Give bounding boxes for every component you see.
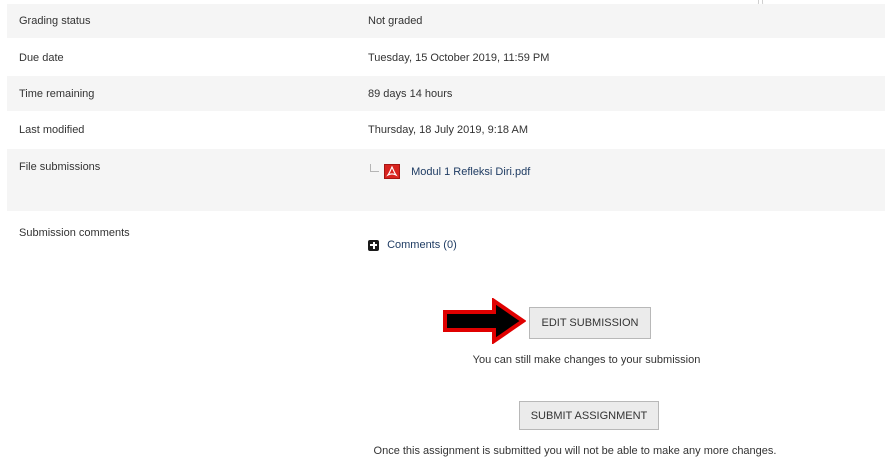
submission-status-table: Grading status Not graded Due date Tuesd… [7,4,885,267]
time-remaining-value: 89 days 14 hours [368,88,453,100]
table-row: Due date Tuesday, 15 October 2019, 11:59… [7,38,885,76]
comments-toggle[interactable]: Comments (0) [368,239,885,253]
row-label: Last modified [19,124,85,136]
table-row: File submissions Modul 1 Refleksi Diri.p… [7,149,885,211]
table-row: Grading status Not graded [7,4,885,38]
submit-assignment-button[interactable]: SUBMIT ASSIGNMENT [519,401,659,430]
row-label: File submissions [19,161,101,173]
row-label: Submission comments [19,227,130,239]
table-row: Submission comments Comments (0) [7,211,885,267]
table-row: Time remaining 89 days 14 hours [7,76,885,111]
table-row: Last modified Thursday, 18 July 2019, 9:… [7,111,885,149]
row-label: Grading status [19,15,91,27]
comments-link[interactable]: Comments (0) [387,239,457,251]
file-entry: Modul 1 Refleksi Diri.pdf [368,164,885,182]
plus-icon[interactable] [368,239,379,251]
edit-submission-button[interactable]: EDIT SUBMISSION [529,307,651,339]
edit-submission-note: You can still make changes to your submi… [472,354,701,366]
file-link[interactable]: Modul 1 Refleksi Diri.pdf [411,166,530,178]
pdf-icon [384,164,400,179]
row-label: Due date [19,52,64,64]
row-label: Time remaining [19,88,95,100]
due-date-value: Tuesday, 15 October 2019, 11:59 PM [368,52,550,64]
last-modified-value: Thursday, 18 July 2019, 9:18 AM [368,124,528,136]
submission-status-page: Grading status Not graded Due date Tuesd… [0,0,885,459]
grading-status-value: Not graded [368,15,423,27]
submit-assignment-note: Once this assignment is submitted you wi… [373,445,777,457]
annotation-arrow-icon [443,298,526,344]
tree-connector [370,164,379,172]
